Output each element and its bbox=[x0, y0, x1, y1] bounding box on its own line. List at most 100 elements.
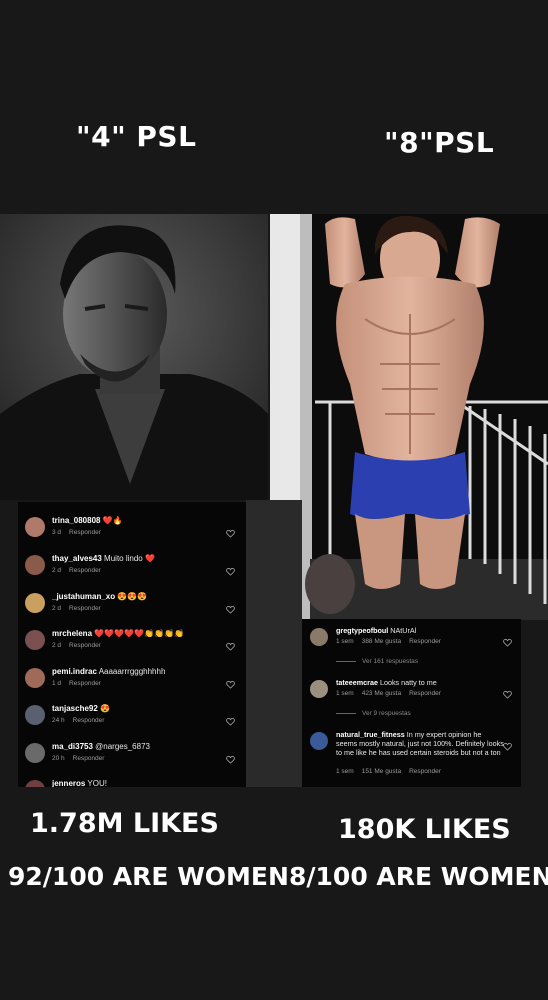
comment-text: _justahuman_xo 😍😍😍 bbox=[52, 592, 147, 601]
comment-text: trina_080808 ❤️🔥 bbox=[52, 516, 123, 525]
comment-body: YOU! bbox=[85, 779, 107, 787]
comment-text: gregtypeofboul NAtUrAl bbox=[336, 626, 504, 635]
comment-row: thay_alves43 Muito lindo ❤️ 2 d Responder bbox=[18, 552, 246, 588]
reply-link[interactable]: Responder bbox=[73, 717, 105, 724]
left-women-ratio: 92/100 ARE WOMEN bbox=[8, 862, 289, 891]
comment-row: ma_di3753 @narges_6873 20 h Responder bbox=[18, 740, 246, 776]
comment-username[interactable]: gregtypeofboul bbox=[336, 626, 388, 635]
comment-username[interactable]: natural_true_fitness bbox=[336, 730, 405, 739]
comment-likes: 151 Me gusta bbox=[361, 768, 402, 775]
comment-meta: 24 h Responder bbox=[52, 717, 112, 724]
reply-link[interactable]: Responder bbox=[69, 642, 101, 649]
comment-body: NAtUrAl bbox=[388, 626, 417, 635]
comment-time: 3 d bbox=[52, 529, 62, 536]
left-likes-count: 1.78M LIKES bbox=[30, 808, 219, 839]
reply-link[interactable]: Responder bbox=[409, 638, 441, 645]
comment-text: thay_alves43 Muito lindo ❤️ bbox=[52, 554, 155, 563]
comment-username[interactable]: _justahuman_xo bbox=[52, 592, 115, 601]
avatar[interactable] bbox=[25, 630, 45, 650]
heart-icon[interactable] bbox=[226, 561, 235, 576]
heart-icon[interactable] bbox=[226, 523, 235, 538]
right-psl-title: "8"PSL bbox=[384, 126, 495, 159]
avatar[interactable] bbox=[25, 517, 45, 537]
reply-link[interactable]: Responder bbox=[409, 690, 441, 697]
comment-time: 2 d bbox=[52, 605, 62, 612]
comment-likes: 388 Me gusta bbox=[361, 638, 402, 645]
reply-link[interactable]: Responder bbox=[409, 768, 441, 775]
heart-icon[interactable] bbox=[503, 684, 512, 699]
comment-username[interactable]: jenneros bbox=[52, 779, 85, 787]
left-portrait-image bbox=[0, 214, 268, 500]
avatar[interactable] bbox=[310, 680, 328, 698]
comment-username[interactable]: mrchelena bbox=[52, 629, 92, 638]
comment-username[interactable]: tanjasche92 bbox=[52, 704, 98, 713]
avatar[interactable] bbox=[25, 593, 45, 613]
comment-username[interactable]: tateeemcrae bbox=[336, 678, 378, 687]
story-canvas: "4" PSL "8"PSL trina_080808 ❤️🔥 3 d Resp… bbox=[0, 0, 548, 1000]
avatar[interactable] bbox=[25, 705, 45, 725]
reply-link[interactable]: Responder bbox=[69, 567, 101, 574]
comment-body: 😍 bbox=[97, 704, 110, 713]
comment-text: tanjasche92 😍 bbox=[52, 704, 110, 713]
comment-username[interactable]: ma_di3753 bbox=[52, 742, 93, 751]
avatar[interactable] bbox=[25, 780, 45, 787]
heart-icon[interactable] bbox=[226, 674, 235, 689]
comment-meta: 1 sem 423 Me gusta Responder bbox=[336, 690, 449, 697]
comment-body: Aaaaarrrggghhhhh bbox=[96, 667, 166, 676]
comment-text: tateeemcrae Looks natty to me bbox=[336, 678, 504, 687]
comment-row: jenneros YOU! bbox=[18, 777, 246, 787]
comment-body: @narges_6873 bbox=[92, 742, 150, 751]
comment-body: 😍😍😍 bbox=[115, 592, 148, 601]
comment-meta: 1 d Responder bbox=[52, 680, 109, 687]
avatar[interactable] bbox=[25, 743, 45, 763]
comment-row: gregtypeofboul NAtUrAl 1 sem 388 Me gusta R… bbox=[302, 625, 521, 681]
comment-username[interactable]: pemi.indrac bbox=[52, 667, 97, 676]
comment-username[interactable]: thay_alves43 bbox=[52, 554, 102, 563]
comment-time: 24 h bbox=[52, 717, 65, 724]
comment-row: tateeemcrae Looks natty to me 1 sem 423 Me… bbox=[302, 677, 521, 733]
comment-time: 1 sem bbox=[336, 768, 354, 775]
comment-body: Muito lindo ❤️ bbox=[101, 554, 155, 563]
avatar[interactable] bbox=[310, 628, 328, 646]
heart-icon[interactable] bbox=[503, 736, 512, 751]
right-bodybuilder-photo bbox=[270, 214, 548, 620]
avatar[interactable] bbox=[310, 732, 328, 750]
view-replies-link[interactable]: Ver 9 respuestas bbox=[336, 710, 411, 717]
heart-icon[interactable] bbox=[226, 599, 235, 614]
reply-link[interactable]: Responder bbox=[69, 529, 101, 536]
reply-link[interactable]: Responder bbox=[69, 680, 101, 687]
comment-time: 1 sem bbox=[336, 638, 354, 645]
comment-time: 20 h bbox=[52, 755, 65, 762]
avatar[interactable] bbox=[25, 668, 45, 688]
right-comments-panel[interactable]: gregtypeofboul NAtUrAl 1 sem 388 Me gusta R… bbox=[302, 619, 521, 787]
right-likes-count: 180K LIKES bbox=[338, 814, 511, 845]
comment-meta: 2 d Responder bbox=[52, 567, 109, 574]
left-portrait-photo bbox=[0, 214, 268, 500]
comment-row: trina_080808 ❤️🔥 3 d Responder bbox=[18, 514, 246, 550]
view-replies-link[interactable]: Ver 161 respuestas bbox=[336, 658, 418, 665]
heart-icon[interactable] bbox=[503, 632, 512, 647]
comment-text: mrchelena ❤️❤️❤️❤️❤️👏👏👏👏 bbox=[52, 629, 184, 638]
heart-icon[interactable] bbox=[226, 636, 235, 651]
left-comments-panel[interactable]: trina_080808 ❤️🔥 3 d Responder thay_alves43… bbox=[18, 502, 246, 787]
heart-icon[interactable] bbox=[226, 749, 235, 764]
comment-meta: 1 sem 151 Me gusta Responder bbox=[336, 768, 449, 775]
reply-link[interactable]: Responder bbox=[73, 755, 105, 762]
right-women-ratio: 8/100 ARE WOMEN bbox=[289, 862, 548, 891]
comment-meta: 2 d Responder bbox=[52, 605, 109, 612]
comment-time: 2 d bbox=[52, 642, 62, 649]
comment-text: natural_true_fitness In my expert opinio… bbox=[336, 730, 504, 757]
right-bodybuilder-image bbox=[270, 214, 548, 620]
comment-row: mrchelena ❤️❤️❤️❤️❤️👏👏👏👏 2 d Responder bbox=[18, 627, 246, 663]
heart-icon[interactable] bbox=[226, 711, 235, 726]
avatar[interactable] bbox=[25, 555, 45, 575]
comment-username[interactable]: trina_080808 bbox=[52, 516, 100, 525]
comment-meta: 20 h Responder bbox=[52, 755, 112, 762]
comment-text: ma_di3753 @narges_6873 bbox=[52, 742, 150, 751]
left-psl-title: "4" PSL bbox=[76, 120, 197, 153]
comment-text: pemi.indrac Aaaaarrrggghhhhh bbox=[52, 667, 165, 676]
comment-meta: 3 d Responder bbox=[52, 529, 109, 536]
comment-row: pemi.indrac Aaaaarrrggghhhhh 1 d Responder bbox=[18, 665, 246, 701]
background-strip bbox=[246, 500, 302, 787]
reply-link[interactable]: Responder bbox=[69, 605, 101, 612]
